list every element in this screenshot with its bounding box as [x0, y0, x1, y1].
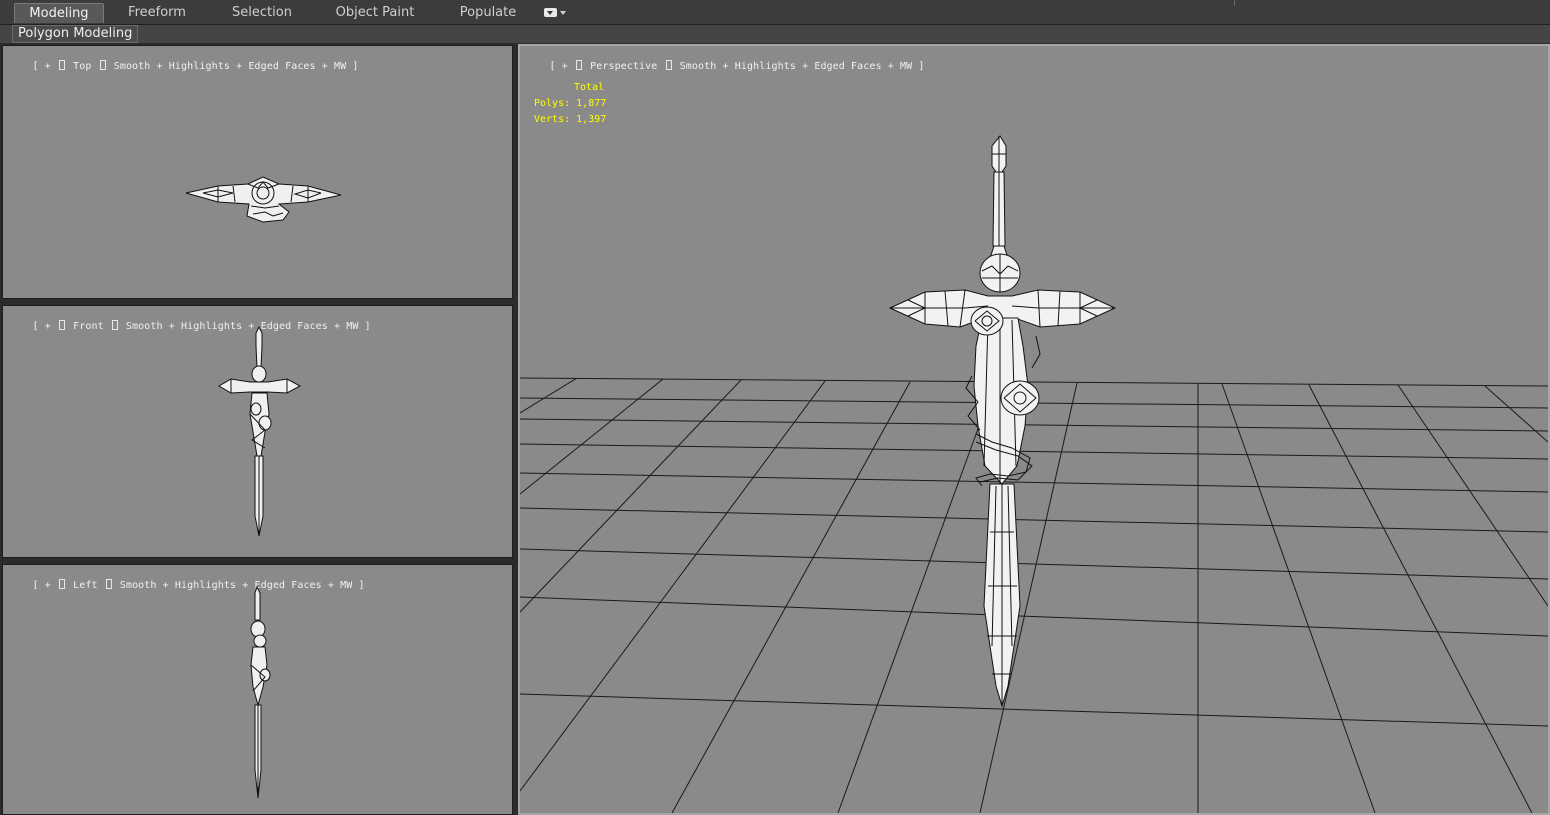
tab-selection[interactable]: Selection	[218, 3, 306, 22]
viewport-name[interactable]: Perspective	[584, 61, 664, 72]
sword-model-perspective	[888, 135, 1117, 708]
viewport-top[interactable]: [ + Top Smooth + Highlights + Edged Face…	[2, 45, 513, 299]
stats-polys-row: Polys: 1,877	[534, 96, 606, 112]
perspective-view-canvas	[520, 135, 1548, 813]
tab-populate[interactable]: Populate	[444, 3, 532, 22]
ribbon-tab-bar: Modeling Freeform Selection Object Paint…	[0, 0, 1550, 25]
sword-model-left	[250, 585, 271, 799]
viewport-front[interactable]: [ + Front Smooth + Highlights + Edged Fa…	[2, 305, 513, 558]
ribbon-divider	[1234, 0, 1235, 6]
scene-statistics: Total Polys: 1,877 Verts: 1,397	[534, 80, 606, 128]
tab-modeling[interactable]: Modeling	[14, 3, 104, 23]
perspective-grid	[520, 377, 1548, 813]
viewport-perspective[interactable]: [ + Perspective Smooth + Highlights + Ed…	[518, 44, 1550, 815]
viewport-label-marker-icon	[575, 60, 582, 70]
stats-total-label: Total	[574, 82, 605, 93]
stats-verts-row: Verts: 1,397	[534, 112, 606, 128]
sword-model-top	[185, 176, 342, 223]
stats-polys-value: 1,877	[576, 98, 607, 109]
ribbon-minimize-icon[interactable]	[544, 7, 566, 19]
chevron-down-icon[interactable]	[560, 11, 566, 15]
left-view-canvas	[250, 585, 271, 799]
stats-verts-value: 1,397	[576, 114, 607, 125]
tab-freeform[interactable]: Freeform	[113, 3, 201, 22]
viewport-menu-plus[interactable]: [ +	[549, 61, 573, 72]
front-view-canvas	[218, 325, 302, 537]
viewport-label-perspective[interactable]: [ + Perspective Smooth + Highlights + Ed…	[525, 49, 925, 83]
viewport-label-marker-icon	[665, 60, 672, 70]
viewport-left[interactable]: [ + Left Smooth + Highlights + Edged Fac…	[2, 564, 513, 815]
tab-object-paint[interactable]: Object Paint	[328, 3, 422, 22]
stats-verts-label: Verts:	[534, 114, 571, 125]
stats-polys-label: Polys:	[534, 98, 571, 109]
ribbon-panel: Polygon Modeling	[0, 25, 1550, 43]
top-view-canvas	[185, 176, 342, 223]
polygon-modeling-panel-button[interactable]: Polygon Modeling	[12, 25, 139, 43]
viewport-shading-mode[interactable]: Smooth + Highlights + Edged Faces + MW ]	[674, 61, 925, 72]
ribbon-toggle-box-icon	[544, 8, 557, 17]
sword-model-front	[218, 325, 302, 537]
